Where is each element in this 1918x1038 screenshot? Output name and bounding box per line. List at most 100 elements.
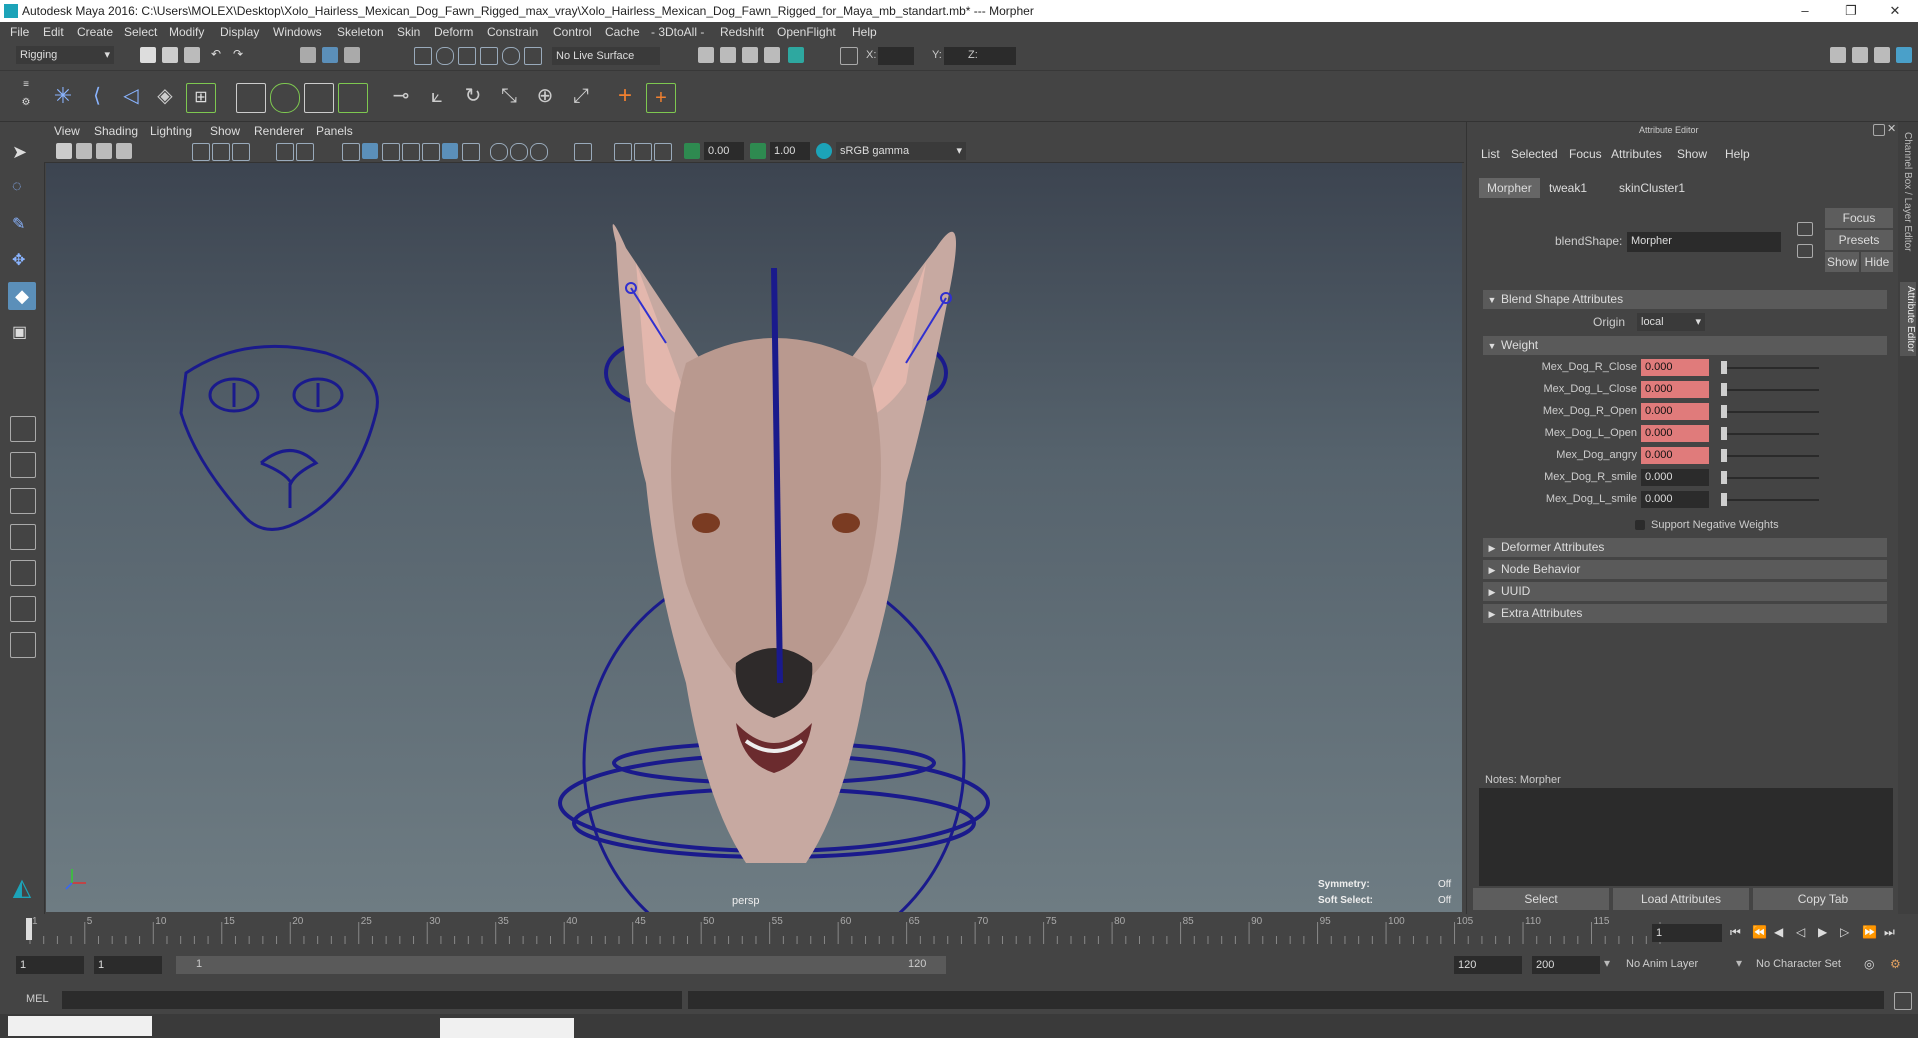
maya-home-icon[interactable]: ◭ [8,874,36,902]
menu-file[interactable]: File [10,25,29,39]
snap-grid-icon[interactable] [414,47,432,65]
weight-slider-track[interactable] [1723,499,1819,501]
tab-skincluster1[interactable]: skinCluster1 [1611,178,1693,198]
menu-skeleton[interactable]: Skeleton [337,25,384,39]
support-negative-checkbox[interactable] [1635,520,1645,530]
menu-windows[interactable]: Windows [273,25,322,39]
move-tool-icon[interactable]: ✥ [12,250,32,270]
show-button[interactable]: Show [1825,252,1859,272]
command-input[interactable] [62,991,682,1009]
scale-tool-icon[interactable]: ▣ [12,322,32,342]
weight-slider-track[interactable] [1723,433,1819,435]
select-tool-icon[interactable]: ➤ [12,142,32,162]
deformer-attributes-header[interactable]: ▶ Deformer Attributes [1483,538,1887,557]
menu-skin[interactable]: Skin [397,25,420,39]
weight-slider-handle[interactable] [1721,449,1727,462]
ae-menu-focus[interactable]: Focus [1569,147,1602,161]
constraint-orient-icon[interactable]: ↻ [460,83,486,109]
use-all-lights-icon[interactable] [442,143,458,159]
weight-value-field[interactable]: 0.000 [1641,359,1709,376]
copy-tab-button[interactable]: Copy Tab [1753,888,1893,910]
weight-value-field[interactable]: 0.000 [1641,425,1709,442]
snap-point-icon[interactable] [458,47,476,65]
layout-outliner-icon[interactable] [10,524,36,550]
snap-surface-icon[interactable] [502,47,520,65]
menu-3dtoall[interactable]: - 3DtoAll - [651,25,704,39]
weight-slider-handle[interactable] [1721,471,1727,484]
constraint-aim-icon[interactable]: ⟀ [424,83,450,109]
menu-create[interactable]: Create [77,25,113,39]
origin-dropdown[interactable]: local ▾ [1637,313,1705,331]
layout-script-icon[interactable] [10,596,36,622]
bind-skin-icon[interactable]: ⊞ [186,83,216,113]
perspective-viewport[interactable]: persp Symmetry: Off Soft Select: Off [46,163,1462,912]
gamma-icon[interactable] [750,143,766,159]
new-scene-icon[interactable] [140,47,156,63]
vp-menu-view[interactable]: View [54,124,80,138]
chevron-down-icon[interactable]: ▾ [1604,956,1610,970]
playback-end-field[interactable]: 120 [1454,956,1522,974]
shelf-menu-icon[interactable]: ≡ [20,79,32,91]
preferences-icon[interactable]: ⚙ [1890,957,1906,973]
menu-control[interactable]: Control [553,25,592,39]
step-forward-key-icon[interactable]: ⏩ [1862,925,1878,941]
wireframe-icon[interactable] [342,143,360,161]
weight-value-field[interactable]: 0.000 [1641,381,1709,398]
weight-slider-handle[interactable] [1721,405,1727,418]
vp-menu-show[interactable]: Show [210,124,240,138]
insert-joint-icon[interactable]: ◈ [152,83,178,109]
script-language-label[interactable]: MEL [26,993,49,1005]
uuid-header[interactable]: ▶ UUID [1483,582,1887,601]
save-scene-icon[interactable] [184,47,200,63]
layout-graph-icon[interactable] [10,560,36,586]
camera-select-icon[interactable] [56,143,72,159]
z-field[interactable] [980,47,1016,65]
select-button[interactable]: Select [1473,888,1609,910]
notes-textarea[interactable] [1479,788,1893,886]
end-frame-field[interactable]: 200 [1532,956,1600,974]
extra-attributes-header[interactable]: ▶ Extra Attributes [1483,604,1887,623]
color-space-dropdown[interactable]: sRGB gamma ▾ [836,142,966,160]
x-field[interactable] [878,47,914,65]
close-panel-icon[interactable]: ✕ [1887,122,1897,135]
constraint-point-icon[interactable]: ⊸ [388,83,414,109]
color-management-icon[interactable] [816,143,832,159]
weight-value-field[interactable]: 0.000 [1641,491,1709,508]
layout-split-icon[interactable] [10,488,36,514]
tool-settings-icon[interactable] [1874,47,1890,63]
channel-box-icon[interactable] [1896,47,1912,63]
maximize-button[interactable]: ❐ [1828,0,1874,22]
snap-view-icon[interactable] [480,47,498,65]
weight-slider-track[interactable] [1723,389,1819,391]
image-plane-icon[interactable] [116,143,132,159]
side-tab-channel-box[interactable]: Channel Box / Layer Editor [1902,132,1913,252]
hide-button[interactable]: Hide [1861,252,1893,272]
anti-aliasing-icon[interactable] [530,143,548,161]
smooth-shade-icon[interactable] [362,143,378,159]
current-time-marker[interactable] [26,918,32,940]
layout-single-icon[interactable] [10,416,36,442]
play-forward-icon[interactable]: ▶ [1818,925,1834,941]
locator-icon[interactable]: + [612,83,638,109]
attribute-editor-toggle-icon[interactable] [1852,47,1868,63]
menu-redshift[interactable]: Redshift [720,25,764,39]
select-object-icon[interactable] [322,47,338,63]
weight-header[interactable]: ▼ Weight [1483,336,1887,355]
play-back-icon[interactable]: ◁ [1796,925,1812,941]
ik-handle-icon[interactable]: ⟨ [84,83,110,109]
shelf-settings-icon[interactable]: ⚙ [20,97,32,109]
cluster-icon[interactable] [270,83,300,113]
blend-shape-attributes-header[interactable]: ▼ Blend Shape Attributes [1483,290,1887,309]
exposure-icon[interactable] [684,143,700,159]
wrap-icon[interactable] [304,83,334,113]
weight-slider-track[interactable] [1723,477,1819,479]
xray-components-icon[interactable] [654,143,672,161]
ae-menu-show[interactable]: Show [1677,147,1707,161]
ik-spline-icon[interactable]: ◁ [118,83,144,109]
film-gate-icon[interactable] [212,143,230,161]
hypershade-icon[interactable] [764,47,780,63]
isolate-select-icon[interactable] [574,143,592,161]
vp-menu-shading[interactable]: Shading [94,124,138,138]
redo-icon[interactable]: ↷ [230,47,246,63]
close-button[interactable]: ✕ [1872,0,1918,22]
